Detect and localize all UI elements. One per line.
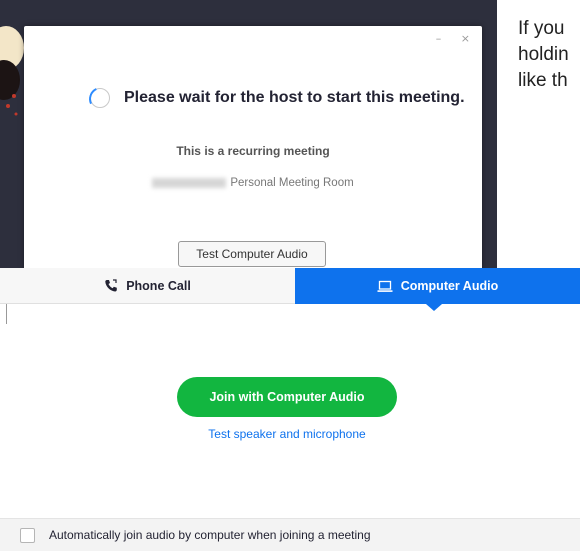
tab-phone-call[interactable]: Phone Call <box>0 268 295 304</box>
auto-join-checkbox[interactable] <box>20 527 35 543</box>
close-icon[interactable]: × <box>461 32 470 45</box>
side-document-text: If you holdin like th <box>518 18 569 91</box>
test-computer-audio-button[interactable]: Test Computer Audio <box>178 241 326 267</box>
audio-tab-bar: Phone Call Computer Audio <box>0 268 580 311</box>
recurring-label: This is a recurring meeting <box>176 144 330 158</box>
tab-computer-audio-label: Computer Audio <box>400 279 499 293</box>
phone-icon <box>104 278 118 293</box>
spinner-icon <box>90 88 110 108</box>
laptop-icon <box>377 280 393 293</box>
blurred-host-name <box>152 177 227 188</box>
avatar <box>0 18 24 128</box>
panel-left-edge <box>6 304 7 324</box>
room-label: Personal Meeting Room <box>230 177 354 189</box>
waiting-dialog: – × Please wait for the host to start th… <box>24 26 482 270</box>
room-label-row: Personal Meeting Room <box>24 177 482 189</box>
wait-message: Please wait for the host to start this m… <box>124 89 465 106</box>
auto-join-label: Automatically join audio by computer whe… <box>49 528 371 542</box>
minimize-icon[interactable]: – <box>436 32 442 45</box>
join-with-computer-audio-button[interactable]: Join with Computer Audio <box>177 377 397 417</box>
tab-computer-audio[interactable]: Computer Audio <box>295 268 580 311</box>
auto-join-bar: Automatically join audio by computer whe… <box>0 518 580 551</box>
test-speaker-microphone-link[interactable]: Test speaker and microphone <box>208 427 365 441</box>
tab-phone-call-label: Phone Call <box>126 278 191 293</box>
